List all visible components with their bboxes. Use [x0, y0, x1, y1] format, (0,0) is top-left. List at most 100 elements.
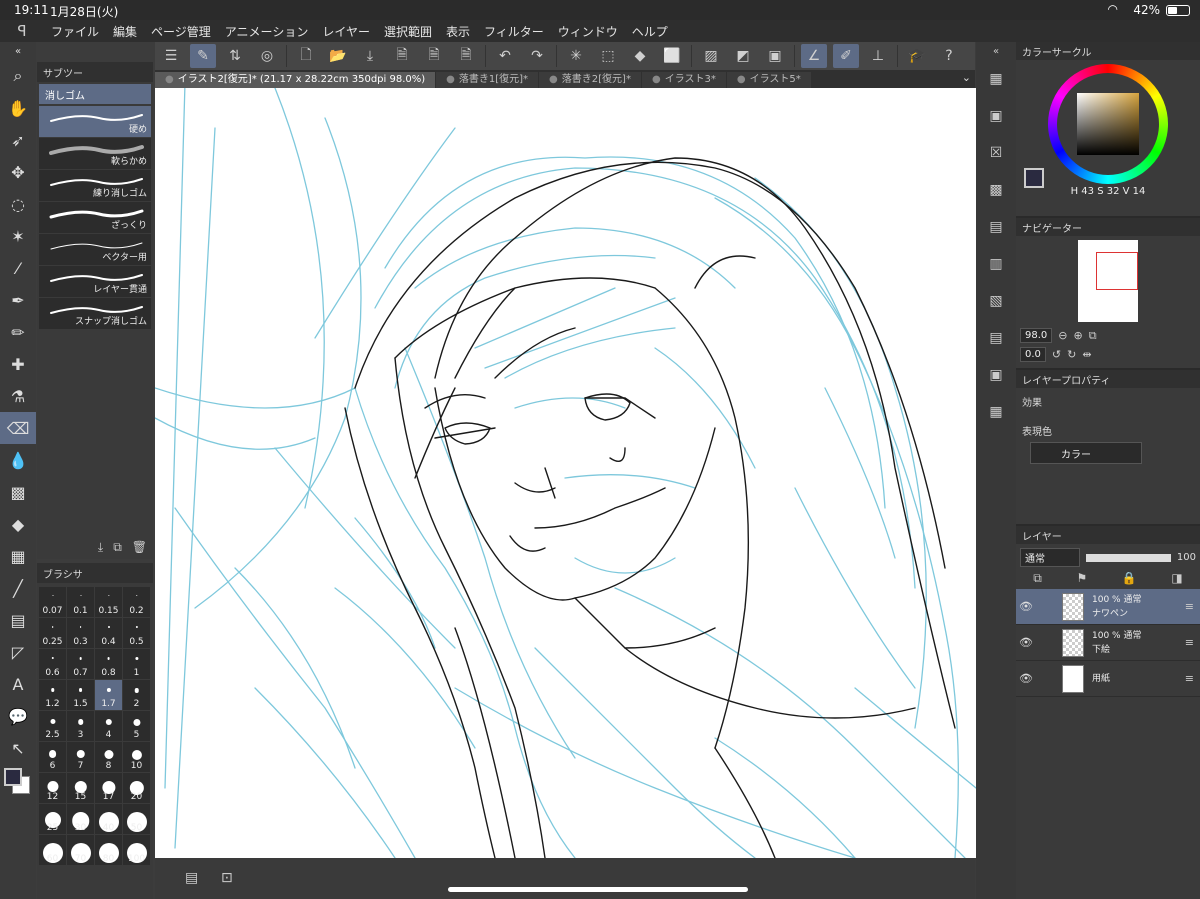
- panel-icon-8[interactable]: ▤: [976, 319, 1016, 356]
- brush-size-preset[interactable]: 50: [123, 804, 150, 834]
- export-psd-icon[interactable]: 🗎: [453, 44, 479, 68]
- brush-size-preset[interactable]: 1.2: [39, 680, 66, 710]
- brush-size-preset[interactable]: 2: [123, 680, 150, 710]
- rotation-field[interactable]: 0.0: [1020, 347, 1046, 362]
- layer-row[interactable]: 👁 100 % 通常 下絵 ≡: [1016, 625, 1200, 661]
- brush-tool-icon[interactable]: ✚: [0, 348, 36, 380]
- brush-size-preset[interactable]: 0.3: [67, 618, 94, 648]
- brush-size-preset[interactable]: 30: [67, 804, 94, 834]
- balloon-tool-icon[interactable]: 💬: [0, 700, 36, 732]
- fit-icon[interactable]: ⧉: [1089, 329, 1097, 343]
- brush-size-preset[interactable]: 15: [67, 773, 94, 803]
- copy-icon[interactable]: ⧉: [113, 540, 122, 555]
- fill-tool-icon[interactable]: ◆: [0, 508, 36, 540]
- panel-icon-3[interactable]: ☒: [976, 134, 1016, 171]
- app-logo-icon[interactable]: ꟼ: [0, 22, 44, 40]
- panel-icon-2[interactable]: ▣: [976, 97, 1016, 134]
- mask-icon[interactable]: ◨: [1171, 571, 1182, 585]
- brush-size-preset[interactable]: 20: [123, 773, 150, 803]
- brush-size-preset[interactable]: 0.6: [39, 649, 66, 679]
- loading-icon[interactable]: ✳: [563, 44, 589, 68]
- hand-tool-icon[interactable]: ✋: [0, 92, 36, 124]
- magic-wand-icon[interactable]: ✶: [0, 220, 36, 252]
- brush-size-preset[interactable]: 12: [39, 773, 66, 803]
- menu-item[interactable]: 選択範囲: [377, 23, 439, 40]
- chevron-down-icon[interactable]: ⌄: [962, 71, 971, 84]
- fit-view-icon[interactable]: ⊡: [221, 870, 233, 886]
- select-invert-icon[interactable]: ◩: [730, 44, 756, 68]
- page-list-icon[interactable]: ▤: [185, 870, 198, 886]
- download-icon[interactable]: ⤓: [98, 540, 103, 555]
- switch-icon[interactable]: ⇅: [222, 44, 248, 68]
- menu-item[interactable]: 表示: [439, 23, 477, 40]
- brush-size-preset[interactable]: 0.2: [123, 587, 150, 617]
- help-icon[interactable]: ?: [936, 44, 962, 68]
- subtool-item[interactable]: 硬め: [39, 106, 151, 137]
- brush-size-preset[interactable]: 6: [39, 742, 66, 772]
- trash-icon[interactable]: 🗑: [132, 540, 147, 555]
- zoom-out-icon[interactable]: ⊖: [1058, 329, 1067, 342]
- move-tool-icon[interactable]: ✥: [0, 156, 36, 188]
- brush-size-preset[interactable]: 7: [67, 742, 94, 772]
- blend-mode-select[interactable]: 通常: [1020, 548, 1080, 567]
- eraser-tool-icon[interactable]: ⌫: [0, 412, 36, 444]
- main-sub-color[interactable]: [0, 764, 36, 804]
- reference-icon[interactable]: ⚑: [1076, 571, 1087, 585]
- pencil-tool-icon[interactable]: ✏: [0, 316, 36, 348]
- brush-size-preset[interactable]: 10: [123, 742, 150, 772]
- panel-icon-4[interactable]: ▩: [976, 171, 1016, 208]
- brush-size-preset[interactable]: 8: [95, 742, 122, 772]
- export-png-icon[interactable]: 🗎: [421, 44, 447, 68]
- eye-icon[interactable]: 👁: [1016, 600, 1036, 613]
- panel-icon-10[interactable]: ▦: [976, 393, 1016, 430]
- collapse-left-icon[interactable]: «: [0, 42, 36, 60]
- brush-size-preset[interactable]: 0.15: [95, 587, 122, 617]
- drawing-canvas[interactable]: [155, 88, 976, 858]
- document-tab[interactable]: ● イラスト5*: [726, 72, 811, 88]
- brush-size-preset[interactable]: 0.25: [39, 618, 66, 648]
- menu-item[interactable]: ウィンドウ: [551, 23, 625, 40]
- layer-menu-icon[interactable]: ≡: [1185, 672, 1194, 685]
- document-tab[interactable]: ● イラスト2[復元]* (21.17 x 28.22cm 350dpi 98.0…: [155, 72, 436, 88]
- opacity-slider[interactable]: [1086, 553, 1171, 562]
- select-none-icon[interactable]: ▨: [698, 44, 724, 68]
- pen-tool-icon[interactable]: ✒: [0, 284, 36, 316]
- brush-size-preset[interactable]: 0.7: [67, 649, 94, 679]
- pattern-tool-icon[interactable]: ▩: [0, 476, 36, 508]
- brush-size-preset[interactable]: 0.1: [67, 587, 94, 617]
- color-wheel[interactable]: [1048, 64, 1168, 184]
- subtool-group-eraser[interactable]: 消しゴム: [39, 84, 151, 104]
- brush-size-preset[interactable]: 80: [95, 835, 122, 865]
- brush-size-preset[interactable]: 0.8: [95, 649, 122, 679]
- eyedropper-icon[interactable]: ⁄: [0, 252, 36, 284]
- new-file-icon[interactable]: 🗋: [293, 44, 319, 68]
- lock-icon[interactable]: 🔒: [1122, 571, 1137, 585]
- snap-grid-icon[interactable]: ⊥: [865, 44, 891, 68]
- edit-mode-icon[interactable]: ✎: [190, 44, 216, 68]
- select-show-icon[interactable]: ▣: [762, 44, 788, 68]
- layer-menu-icon[interactable]: ≡: [1185, 636, 1194, 649]
- brush-size-preset[interactable]: 3: [67, 711, 94, 741]
- fill-icon[interactable]: ◆: [627, 44, 653, 68]
- blend-tool-icon[interactable]: 💧: [0, 444, 36, 476]
- undo-icon[interactable]: ↶: [492, 44, 518, 68]
- brush-size-preset[interactable]: 2.5: [39, 711, 66, 741]
- operation-tool-icon[interactable]: ➶: [0, 124, 36, 156]
- subtool-item[interactable]: レイヤー貫通: [39, 266, 151, 297]
- brush-size-preset[interactable]: 4: [95, 711, 122, 741]
- clip-icon[interactable]: ◎: [254, 44, 280, 68]
- text-tool-icon[interactable]: A: [0, 668, 36, 700]
- layer-row[interactable]: 👁 用紙 ≡: [1016, 661, 1200, 697]
- eye-icon[interactable]: 👁: [1016, 672, 1036, 685]
- export-jpg-icon[interactable]: 🗎: [389, 44, 415, 68]
- transform-icon[interactable]: ⬜: [659, 44, 685, 68]
- brush-size-preset[interactable]: 25: [39, 804, 66, 834]
- subtool-item[interactable]: ベクター用: [39, 234, 151, 265]
- zoom-in-icon[interactable]: ⊕: [1073, 329, 1082, 342]
- eye-icon[interactable]: 👁: [1016, 636, 1036, 649]
- frame-tool-icon[interactable]: ▤: [0, 604, 36, 636]
- lasso-tool-icon[interactable]: ◌: [0, 188, 36, 220]
- panel-icon-9[interactable]: ▣: [976, 356, 1016, 393]
- snap-ruler-icon[interactable]: ∠: [801, 44, 827, 68]
- menu-item[interactable]: アニメーション: [218, 23, 316, 40]
